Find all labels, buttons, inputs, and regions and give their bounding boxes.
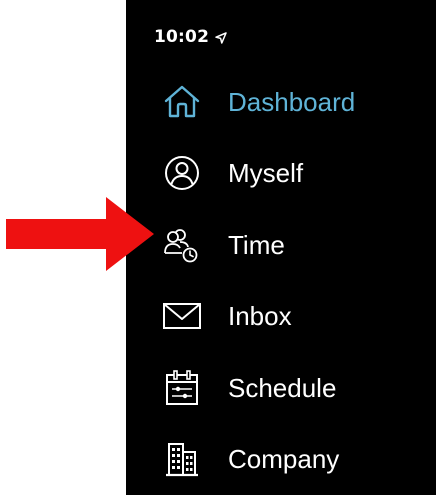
menu-item-company[interactable]: Company [162,424,432,495]
menu-label-schedule: Schedule [228,372,337,403]
home-icon [162,82,202,122]
menu-item-myself[interactable]: Myself [162,138,432,210]
red-arrow-icon [6,197,154,271]
location-arrow-icon [215,31,227,44]
user-circle-icon [162,153,202,193]
calendar-icon [162,368,202,408]
people-clock-icon [162,225,202,265]
side-menu: Dashboard Myself Time Inbox Schedule Com… [162,66,432,495]
menu-label-time: Time [228,229,285,260]
status-time: 10:02 [154,27,210,47]
menu-label-myself: Myself [228,158,304,189]
navigation-drawer: 10:02 Dashboard Myself Time Inbox Schedu… [126,0,436,495]
status-bar: 10:02 [154,26,227,48]
menu-item-dashboard[interactable]: Dashboard [162,66,432,138]
building-icon [162,439,202,479]
menu-label-inbox: Inbox [228,301,292,332]
menu-item-time[interactable]: Time [162,209,432,281]
envelope-icon [162,296,202,336]
menu-item-schedule[interactable]: Schedule [162,352,432,424]
menu-item-inbox[interactable]: Inbox [162,281,432,353]
menu-label-company: Company [228,444,340,475]
screenshot-stage: 10:02 Dashboard Myself Time Inbox Schedu… [0,0,436,495]
menu-label-dashboard: Dashboard [228,86,356,117]
